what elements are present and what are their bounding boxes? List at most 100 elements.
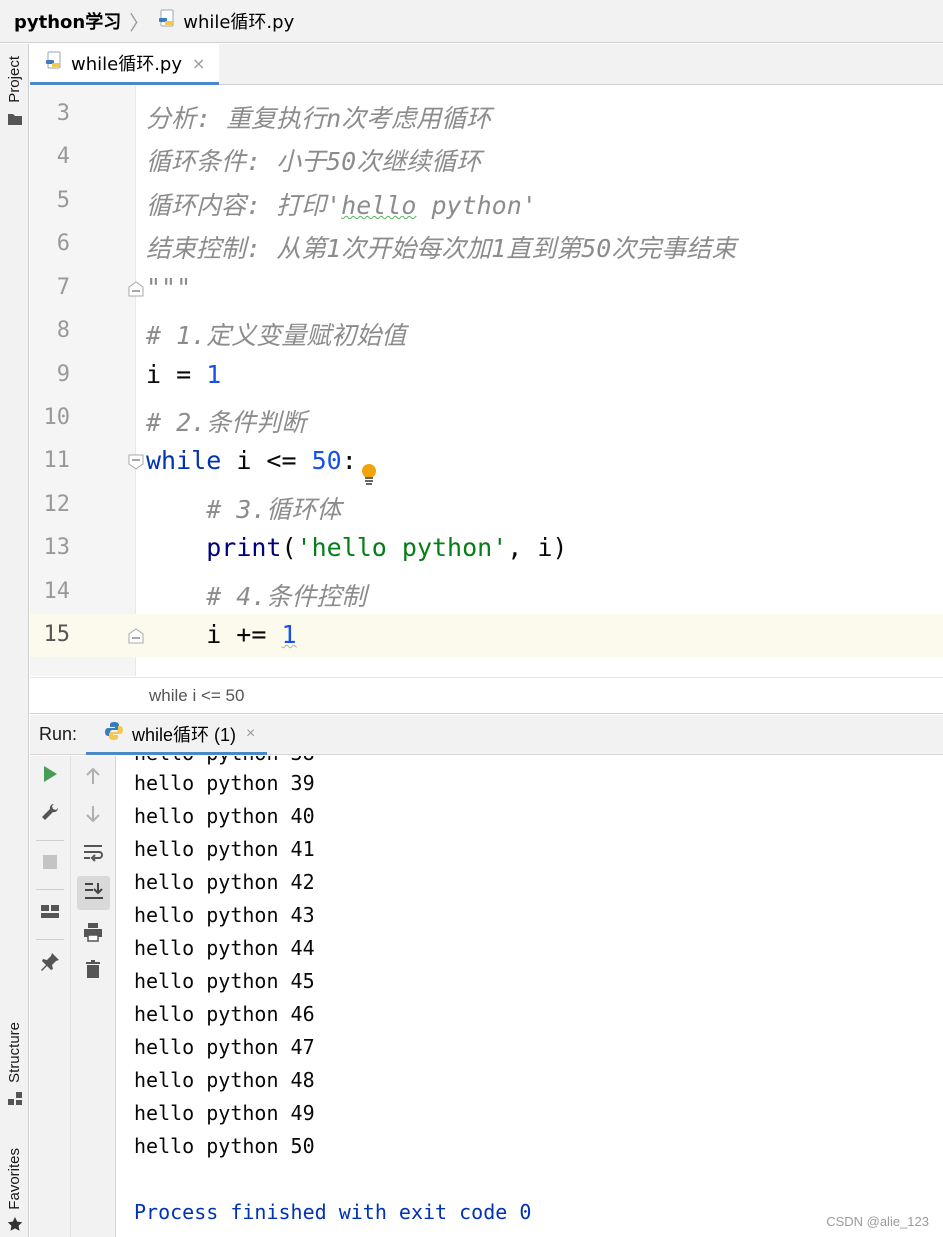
line-number: 8: [56, 318, 70, 343]
console-line: hello python 40: [134, 804, 315, 828]
next-occurrence-button[interactable]: [71, 798, 115, 834]
line-number: 15: [43, 622, 71, 647]
code-text: i = 1: [146, 360, 221, 389]
code-line[interactable]: 10 # 2.条件判断: [30, 397, 943, 440]
line-number: 6: [56, 231, 70, 256]
code-text: # 2.条件判断: [146, 408, 307, 437]
tab-while-py[interactable]: while循环.py ×: [30, 44, 220, 85]
project-tool-tab[interactable]: Project: [0, 56, 29, 130]
rerun-button[interactable]: [30, 758, 70, 794]
run-tab-label: while循环 (1): [132, 724, 237, 745]
console-line: hello python 42: [134, 870, 315, 894]
arrow-down-icon: [85, 805, 101, 827]
line-number: 14: [43, 579, 71, 604]
console-line: hello python 46: [134, 1002, 315, 1026]
fold-end-icon[interactable]: [127, 627, 145, 649]
console-line: hello python 38: [134, 756, 315, 765]
code-token: i +=: [146, 620, 282, 649]
code-line[interactable]: 5 循环内容: 打印'hello python': [30, 180, 943, 223]
string-literal: 'hello python': [296, 533, 508, 562]
edit-configuration-button[interactable]: [30, 796, 70, 832]
breadcrumb-scope[interactable]: while i <= 50: [149, 686, 244, 706]
arrow-up-icon: [85, 767, 101, 789]
code-line[interactable]: 9 i = 1: [30, 354, 943, 397]
previous-occurrence-button[interactable]: [71, 760, 115, 796]
restore-layout-button[interactable]: [30, 896, 70, 932]
keyword-token: while: [146, 446, 222, 475]
code-text: while i <= 50:: [146, 446, 357, 475]
code-editor[interactable]: 3 分析: 重复执行n次考虑用循环 4 循环条件: 小于50次继续循环 5 循环…: [30, 86, 943, 676]
line-number: 11: [43, 448, 71, 473]
run-tab[interactable]: while循环 (1) ×: [86, 715, 268, 755]
line-number: 7: [56, 275, 70, 300]
code-line[interactable]: 14 # 4.条件控制: [30, 571, 943, 614]
structure-icon: [7, 1091, 22, 1110]
code-line[interactable]: 13 print('hello python', i): [30, 527, 943, 570]
breadcrumb-separator: 〉: [129, 10, 150, 35]
close-icon[interactable]: ×: [246, 725, 255, 743]
favorites-tab-label: Favorites: [6, 1148, 23, 1210]
print-icon: [83, 922, 103, 946]
soft-wrap-button[interactable]: [71, 837, 115, 873]
breadcrumb-file[interactable]: while循环.py: [183, 8, 294, 34]
number-literal: 1: [281, 620, 297, 649]
code-text: # 3.循环体: [146, 495, 342, 524]
scroll-to-end-button[interactable]: [77, 876, 110, 910]
fold-end-icon[interactable]: [127, 280, 145, 302]
fold-start-icon[interactable]: [127, 453, 145, 475]
python-file-icon: [44, 51, 64, 76]
line-number: 12: [43, 492, 71, 517]
code-text: print('hello python', i): [146, 533, 567, 562]
code-line[interactable]: 7 """: [30, 267, 943, 310]
run-tool-header: Run: while循环 (1) ×: [30, 715, 943, 755]
scroll-to-end-icon: [83, 881, 105, 905]
watermark: CSDN @alie_123: [826, 1214, 929, 1229]
line-number: 10: [43, 405, 71, 430]
code-token: , i): [507, 533, 568, 562]
number-literal: 50: [311, 446, 342, 475]
left-tool-stripe: Project Structure Favorites: [0, 44, 29, 1237]
code-line[interactable]: 4 循环条件: 小于50次继续循环: [30, 136, 943, 179]
code-line[interactable]: 3 分析: 重复执行n次考虑用循环: [30, 93, 943, 136]
run-toolbar-primary: [30, 756, 71, 1237]
python-file-icon: [157, 9, 177, 34]
console-output[interactable]: hello python 38 hello python 39 hello py…: [117, 756, 943, 1237]
line-number: 9: [56, 362, 70, 387]
breadcrumb-project[interactable]: python学习: [14, 8, 121, 34]
console-line: hello python 43: [134, 903, 315, 927]
code-line[interactable]: 6 结束控制: 从第1次开始每次加1直到第50次完事结束: [30, 223, 943, 266]
console-line: hello python 48: [134, 1068, 315, 1092]
line-number: 5: [56, 188, 70, 213]
print-button[interactable]: [71, 916, 115, 952]
line-number: 3: [56, 101, 70, 126]
layout-icon: [40, 904, 60, 924]
console-line: hello python 41: [134, 837, 315, 861]
code-token: :: [341, 446, 357, 475]
favorites-tool-tab[interactable]: Favorites: [0, 1148, 29, 1236]
code-text: 分析: 重复执行n次考虑用循环: [146, 104, 492, 133]
code-line[interactable]: 8 # 1.定义变量赋初始值: [30, 310, 943, 353]
code-breadcrumb[interactable]: while i <= 50: [30, 677, 943, 714]
console-line: hello python 44: [134, 936, 315, 960]
line-number: 4: [56, 144, 70, 169]
run-toolbar-secondary: [71, 756, 116, 1237]
run-label: Run:: [39, 724, 78, 744]
close-icon[interactable]: ×: [192, 54, 205, 73]
line-number: 13: [43, 535, 71, 560]
stop-button[interactable]: [30, 846, 70, 882]
function-token: print: [206, 533, 282, 562]
tab-label: while循环.py: [71, 54, 183, 75]
structure-tool-tab[interactable]: Structure: [0, 1022, 29, 1110]
console-line: hello python 47: [134, 1035, 315, 1059]
editor-tab-bar: while循环.py ×: [30, 44, 943, 85]
code-line[interactable]: 11 while i <= 50:: [30, 440, 943, 485]
clear-all-button[interactable]: [71, 953, 115, 989]
current-code-line[interactable]: 15 i += 1: [30, 614, 943, 657]
navigation-bar: python学习 〉 while循环.py: [0, 0, 943, 43]
structure-tab-label: Structure: [6, 1022, 23, 1083]
pin-tab-button[interactable]: [30, 946, 70, 982]
soft-wrap-icon: [82, 843, 104, 867]
code-line[interactable]: 12 # 3.循环体: [30, 484, 943, 527]
code-text: 循环条件: 小于50次继续循环: [146, 147, 482, 176]
wrench-icon: [40, 802, 60, 826]
